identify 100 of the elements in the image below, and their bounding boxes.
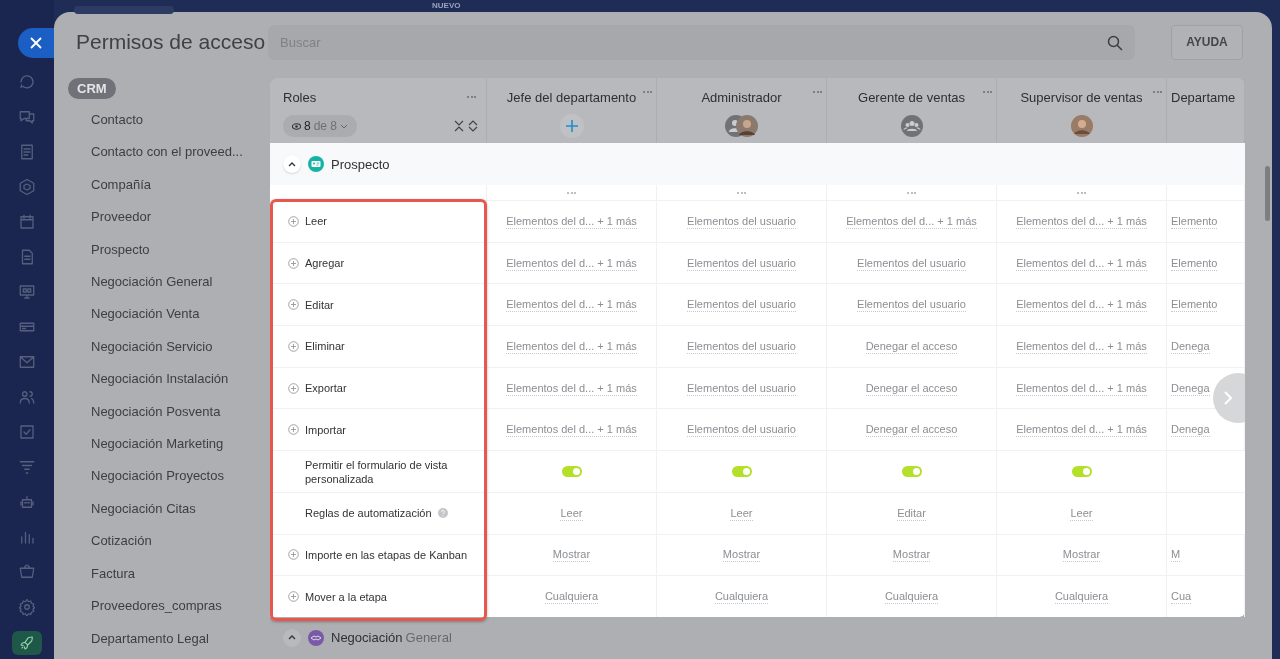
expand-icon[interactable]	[288, 257, 299, 269]
robot-icon[interactable]	[18, 493, 36, 511]
nav-item[interactable]: Negociación Venta	[68, 302, 200, 335]
group-avatar-icon	[900, 115, 923, 137]
expand-icon[interactable]	[288, 340, 299, 352]
help-button[interactable]: AYUDA	[1171, 24, 1243, 60]
permission-value[interactable]: Editar	[897, 505, 926, 521]
permission-value[interactable]: Cualquiera	[1054, 589, 1109, 605]
expand-icon[interactable]	[288, 591, 299, 603]
close-button[interactable]	[18, 28, 54, 58]
permission-value[interactable]: Mostrar	[552, 547, 591, 563]
permission-value[interactable]: Denegar el acceso	[865, 338, 958, 354]
permission-value[interactable]: M	[1171, 547, 1181, 563]
permission-value[interactable]: Elementos del usuario	[687, 297, 796, 313]
filter-icon[interactable]	[18, 458, 36, 476]
permission-value[interactable]: Mostrar	[1062, 547, 1101, 563]
scrollbar[interactable]	[1265, 166, 1270, 221]
document-icon[interactable]	[18, 143, 36, 161]
permission-label: Mover a la etapa	[305, 589, 387, 604]
permission-value[interactable]: Leer	[1070, 505, 1093, 521]
permission-value[interactable]: Elementos del d... + 1 más	[1016, 338, 1147, 354]
permission-value[interactable]: Cua	[1171, 589, 1192, 605]
permission-value[interactable]: Elementos del d... + 1 más	[506, 213, 637, 229]
permission-value[interactable]: Elementos del usuario	[687, 255, 796, 271]
nav-item[interactable]: Negociación Servicio	[68, 334, 213, 368]
nav-item[interactable]: Compañía	[68, 172, 151, 206]
nav-item[interactable]: Contacto con el proveed...	[68, 140, 243, 173]
toggle-switch[interactable]	[901, 466, 922, 477]
permission-value[interactable]: Cualquiera	[544, 589, 599, 605]
mail-icon[interactable]	[18, 353, 36, 371]
nav-item[interactable]: Departamento Legal	[68, 626, 209, 659]
permission-value[interactable]: Elementos del d... + 1 más	[1016, 422, 1147, 438]
search-icon[interactable]	[1107, 34, 1123, 51]
permission-label: Importar	[305, 422, 346, 437]
permission-value[interactable]: Leer	[560, 505, 583, 521]
permission-value[interactable]: Cualquiera	[884, 589, 939, 605]
collapse-button[interactable]	[283, 155, 301, 174]
permission-value[interactable]: Elementos del usuario	[857, 297, 966, 313]
nav-item[interactable]: Factura	[68, 561, 136, 595]
checkbox-icon[interactable]	[18, 423, 36, 441]
basket-icon[interactable]	[18, 563, 36, 581]
permission-value[interactable]: Elemento	[1171, 255, 1218, 271]
hexagon-icon[interactable]	[18, 178, 36, 196]
permission-value[interactable]: Mostrar	[892, 547, 931, 563]
collapse-icon[interactable]	[454, 120, 464, 132]
expand-icon[interactable]	[288, 424, 299, 436]
permission-value[interactable]: Elementos del d... + 1 más	[1016, 297, 1147, 313]
monitor-icon[interactable]	[18, 283, 36, 301]
permission-value[interactable]: Elementos del usuario	[857, 255, 966, 271]
permission-value[interactable]: Elementos del d... + 1 más	[1016, 255, 1147, 271]
permission-value[interactable]: Leer	[730, 505, 753, 521]
permission-value[interactable]: Denega	[1171, 380, 1210, 396]
nav-item[interactable]: Proveedores_compras	[68, 594, 222, 627]
nav-item[interactable]: Negociación Marketing	[68, 432, 224, 465]
permission-value[interactable]: Mostrar	[722, 547, 761, 563]
nav-item[interactable]: Proveedor	[68, 205, 151, 238]
permission-value[interactable]: Elementos del d... + 1 más	[846, 213, 977, 229]
calendar-icon[interactable]	[18, 213, 36, 231]
nav-item[interactable]: Negociación Citas	[68, 496, 196, 530]
permission-value[interactable]: Denega	[1171, 422, 1210, 438]
permission-value[interactable]: Elementos del usuario	[687, 380, 796, 396]
nav-item[interactable]: Negociación General	[68, 270, 213, 303]
permission-value[interactable]: Elementos del usuario	[687, 338, 796, 354]
nav-item[interactable]: Negociación Posventa	[68, 399, 221, 433]
permission-value[interactable]: Elementos del usuario	[687, 213, 796, 229]
toggle-switch[interactable]	[561, 466, 582, 477]
permission-value[interactable]: Elemento	[1171, 297, 1218, 313]
permission-value[interactable]: Elementos del d... + 1 más	[506, 338, 637, 354]
expand-icon[interactable]	[288, 382, 299, 394]
permission-value[interactable]: Denegar el acceso	[865, 380, 958, 396]
permission-value[interactable]: Elementos del d... + 1 más	[506, 380, 637, 396]
rocket-button[interactable]	[12, 631, 42, 655]
permission-value[interactable]: Denega	[1171, 338, 1210, 354]
toggle-switch[interactable]	[731, 466, 752, 477]
expand-icon[interactable]	[288, 215, 299, 227]
permission-value[interactable]: Elemento	[1171, 213, 1218, 229]
permission-value[interactable]: Elementos del usuario	[687, 422, 796, 438]
visible-roles-dropdown[interactable]: 8 de 8	[283, 115, 358, 137]
permission-value[interactable]: Elementos del d... + 1 más	[506, 297, 637, 313]
add-button[interactable]	[559, 114, 584, 138]
toggle-switch[interactable]	[1071, 466, 1092, 477]
expand-icon[interactable]	[288, 549, 299, 561]
message-icon[interactable]	[18, 108, 36, 126]
expand-icon[interactable]	[468, 120, 478, 132]
nav-item[interactable]: Prospecto	[68, 237, 150, 271]
permission-value[interactable]: Elementos del d... + 1 más	[506, 255, 637, 271]
collapse-button[interactable]	[283, 628, 301, 647]
permission-value[interactable]: Elementos del d... + 1 más	[1016, 213, 1147, 229]
nav-item[interactable]: Contacto	[68, 108, 144, 141]
permission-value[interactable]: Denegar el acceso	[865, 422, 958, 438]
permission-value[interactable]: Elementos del d... + 1 más	[506, 422, 637, 438]
people-icon[interactable]	[18, 388, 36, 406]
expand-icon[interactable]	[288, 299, 299, 311]
nav-item[interactable]: Cotización	[68, 529, 152, 562]
settings-icon[interactable]	[18, 598, 36, 616]
permission-value[interactable]: Elementos del d... + 1 más	[1016, 380, 1147, 396]
nav-item[interactable]: Negociación Proyectos	[68, 464, 224, 497]
nav-item[interactable]: Negociación Instalación	[68, 367, 229, 400]
help-icon[interactable]	[437, 508, 448, 519]
permission-value[interactable]: Cualquiera	[714, 589, 769, 605]
